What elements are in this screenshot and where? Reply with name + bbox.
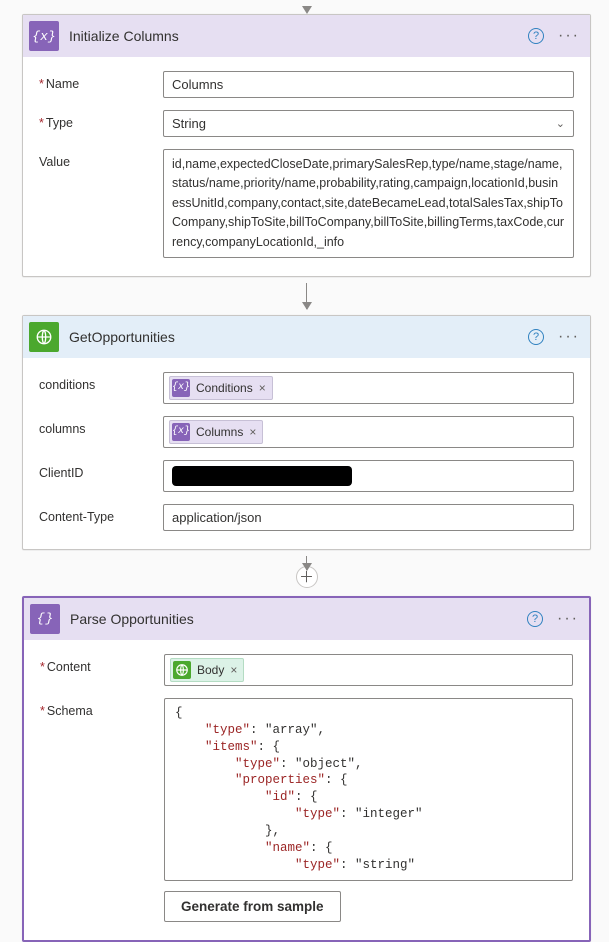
- content-label: *Content: [40, 654, 164, 674]
- columns-label: columns: [39, 416, 163, 436]
- columns-field[interactable]: {x} Columns ×: [163, 416, 574, 448]
- help-icon[interactable]: ?: [528, 28, 544, 44]
- token-label: Body: [197, 663, 224, 677]
- variable-icon: {x}: [29, 21, 59, 51]
- clientid-field[interactable]: [163, 460, 574, 492]
- redacted-value: [172, 466, 352, 486]
- variable-icon: {x}: [172, 423, 190, 441]
- content-type-label: Content-Type: [39, 504, 163, 524]
- chevron-down-icon: ⌄: [556, 117, 565, 130]
- globe-icon: [173, 661, 191, 679]
- value-textarea[interactable]: id,name,expectedCloseDate,primarySalesRe…: [163, 149, 574, 258]
- help-icon[interactable]: ?: [528, 329, 544, 345]
- conditions-field[interactable]: {x} Conditions ×: [163, 372, 574, 404]
- arrow-connector: [22, 283, 591, 309]
- generate-from-sample-button[interactable]: Generate from sample: [164, 891, 341, 922]
- remove-token-icon[interactable]: ×: [259, 381, 266, 395]
- value-label: Value: [39, 149, 163, 169]
- schema-label: *Schema: [40, 698, 164, 718]
- name-input[interactable]: Columns: [163, 71, 574, 98]
- action-card-parse-opportunities[interactable]: { } Parse Opportunities ? ··· *Content: [22, 596, 591, 942]
- help-icon[interactable]: ?: [527, 611, 543, 627]
- card-title: GetOpportunities: [69, 329, 528, 345]
- name-label: *Name: [39, 71, 163, 91]
- action-card-get-opportunities[interactable]: GetOpportunities ? ··· conditions {x} Co…: [22, 315, 591, 550]
- content-type-input[interactable]: application/json: [163, 504, 574, 531]
- type-select[interactable]: String ⌄: [163, 110, 574, 137]
- more-menu-icon[interactable]: ···: [558, 333, 580, 341]
- globe-icon: [29, 322, 59, 352]
- card-header[interactable]: { } Parse Opportunities ? ···: [24, 598, 589, 640]
- card-title: Initialize Columns: [69, 28, 528, 44]
- card-title: Parse Opportunities: [70, 611, 527, 627]
- conditions-token[interactable]: {x} Conditions ×: [169, 376, 273, 400]
- more-menu-icon[interactable]: ···: [558, 32, 580, 40]
- card-header[interactable]: GetOpportunities ? ···: [23, 316, 590, 358]
- columns-token[interactable]: {x} Columns ×: [169, 420, 263, 444]
- remove-token-icon[interactable]: ×: [249, 425, 256, 439]
- conditions-label: conditions: [39, 372, 163, 392]
- clientid-label: ClientID: [39, 460, 163, 480]
- content-field[interactable]: Body ×: [164, 654, 573, 686]
- remove-token-icon[interactable]: ×: [230, 663, 237, 677]
- variable-icon: {x}: [172, 379, 190, 397]
- token-label: Conditions: [196, 381, 253, 395]
- token-label: Columns: [196, 425, 243, 439]
- more-menu-icon[interactable]: ···: [557, 615, 579, 623]
- type-label: *Type: [39, 110, 163, 130]
- schema-textarea[interactable]: { "type": "array", "items": { "type": "o…: [164, 698, 573, 881]
- card-header[interactable]: {x} Initialize Columns ? ···: [23, 15, 590, 57]
- action-card-initialize-columns[interactable]: {x} Initialize Columns ? ··· *Name Colum…: [22, 14, 591, 277]
- body-token[interactable]: Body ×: [170, 658, 244, 682]
- type-select-value: String: [172, 116, 206, 131]
- data-operations-icon: { }: [30, 604, 60, 634]
